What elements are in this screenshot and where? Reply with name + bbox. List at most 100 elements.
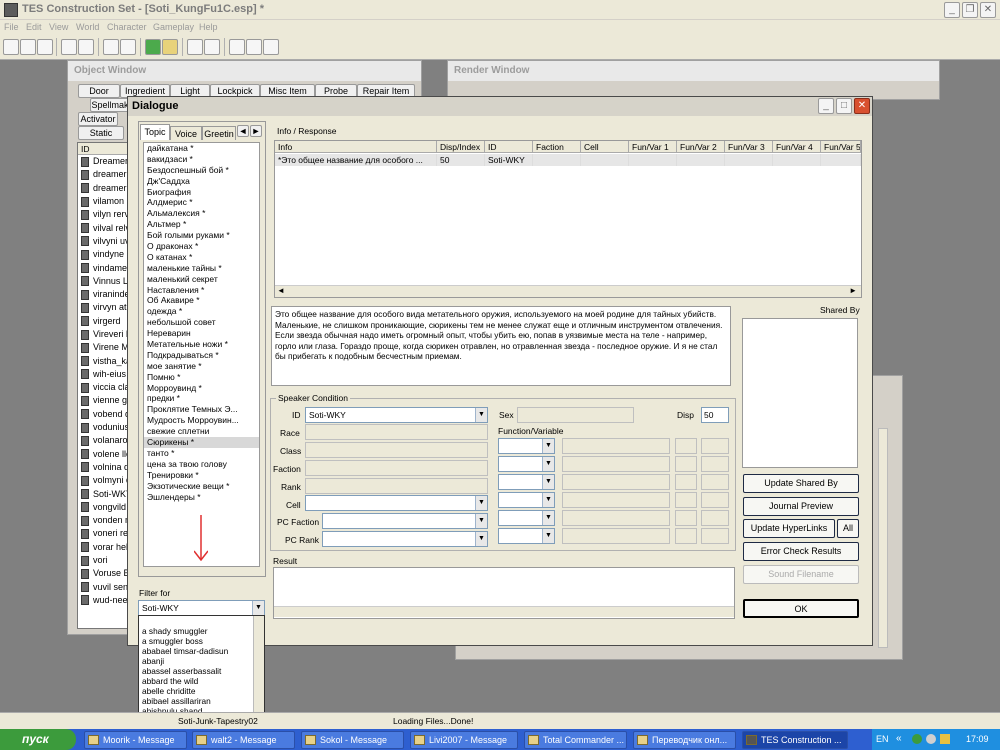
column-header[interactable]: Faction [533,141,581,153]
tray-icon[interactable] [912,734,922,744]
taskbar-item[interactable]: Sokol - Message [301,731,404,749]
topic-item[interactable]: цена за твою голову [144,459,259,470]
start-button[interactable]: пуск [0,729,76,750]
script-icon[interactable] [246,39,262,55]
tab-scroll-left-icon[interactable]: ◄ [237,125,249,137]
value-input[interactable] [701,510,729,526]
topic-item[interactable]: Об Акавире * [144,295,259,306]
filter-option[interactable]: ababael timsar-dadisun [139,646,264,656]
topic-item[interactable]: Метательные ножи * [144,339,259,350]
chevron-down-icon[interactable]: ▼ [542,493,554,507]
topic-item[interactable]: О катанах * [144,252,259,263]
chevron-down-icon[interactable]: ▼ [475,496,487,510]
chevron-down-icon[interactable]: ▼ [542,529,554,543]
menu-file[interactable]: File [4,22,19,32]
filter-option[interactable]: abelle chriditte [139,686,264,696]
filter-option[interactable]: a shady smuggler [139,626,264,636]
error-check-results-button[interactable]: Error Check Results [743,542,859,561]
chevron-down-icon[interactable]: ▼ [475,408,487,422]
function-dropdown[interactable] [562,474,670,490]
sex-dropdown[interactable] [517,407,634,423]
save-icon[interactable] [20,39,36,55]
function-dropdown[interactable] [562,510,670,526]
topic-item[interactable]: Нереварин [144,328,259,339]
dialogue-close-icon[interactable]: ✕ [854,98,870,114]
tray-expand-icon[interactable]: « [896,733,902,744]
tab-activator[interactable]: Activator [78,112,118,126]
path-grid-icon[interactable] [162,39,178,55]
function-dropdown[interactable] [562,528,670,544]
topic-item[interactable]: Проклятие Темных Э... [144,404,259,415]
taskbar-item[interactable]: Livi2007 - Message [410,731,518,749]
topic-item[interactable]: маленькие тайны * [144,263,259,274]
sound-icon[interactable] [263,39,279,55]
topic-item[interactable]: Бездоспешный бой * [144,165,259,176]
function-type-dropdown[interactable]: ▼ [498,438,555,454]
topic-item[interactable]: свежие сплетни [144,426,259,437]
dialogue-maximize-icon[interactable]: □ [836,98,852,114]
topic-item[interactable]: Бой голыми руками * [144,230,259,241]
taskbar-item[interactable]: walt2 - Message [192,731,295,749]
scroll-left-icon[interactable]: ◄ [277,286,285,295]
topic-item[interactable]: О драконах * [144,241,259,252]
compare-dropdown[interactable] [675,510,697,526]
topic-item[interactable]: Экзотические вещи * [144,481,259,492]
scrollbar[interactable] [878,428,888,648]
function-dropdown[interactable] [562,456,670,472]
column-header[interactable]: Fun/Var 2 [677,141,725,153]
menu-edit[interactable]: Edit [26,22,42,32]
light-icon[interactable] [187,39,203,55]
taskbar-item-active[interactable]: TES Construction ... [742,731,848,749]
topic-item[interactable]: танто * [144,448,259,459]
filter-option[interactable]: abbard the wild [139,676,264,686]
taskbar-item[interactable]: Total Commander ... [524,731,627,749]
column-header[interactable]: ID [485,141,533,153]
ok-button[interactable]: OK [743,599,859,618]
taskbar-item[interactable]: Moorik - Message [84,731,187,749]
pc-rank-dropdown[interactable]: ▼ [322,531,488,547]
taskbar-item[interactable]: Переводчик онл... [633,731,736,749]
angle-icon[interactable] [120,39,136,55]
minimize-icon[interactable]: _ [944,2,960,18]
menu-gameplay[interactable]: Gameplay [153,22,194,32]
column-header[interactable]: Fun/Var 4 [773,141,821,153]
filter-option[interactable]: abibael assillariran [139,696,264,706]
class-dropdown[interactable] [305,442,488,458]
properties-icon[interactable] [37,39,53,55]
open-icon[interactable] [3,39,19,55]
restore-icon[interactable]: ❐ [962,2,978,18]
topic-item[interactable]: предки * [144,393,259,404]
topic-item[interactable]: вакидзаси * [144,154,259,165]
dropdown-scrollbar[interactable] [253,616,264,714]
topic-item[interactable]: Сюрикены * [144,437,259,448]
compare-dropdown[interactable] [675,474,697,490]
function-type-dropdown[interactable]: ▼ [498,528,555,544]
topic-list[interactable]: дайкатана * вакидзаси * Бездоспешный бой *… [143,142,260,567]
chevron-down-icon[interactable]: ▼ [542,439,554,453]
function-type-dropdown[interactable]: ▼ [498,510,555,526]
compare-dropdown[interactable] [675,456,697,472]
landscape-icon[interactable] [145,39,161,55]
function-type-dropdown[interactable]: ▼ [498,492,555,508]
topic-item[interactable]: одежда * [144,306,259,317]
compare-dropdown[interactable] [675,528,697,544]
tab-static[interactable]: Static [78,126,124,140]
topic-item[interactable]: Тренировки * [144,470,259,481]
function-type-dropdown[interactable]: ▼ [498,474,555,490]
tray-icon[interactable] [926,734,936,744]
all-button[interactable]: All [837,519,859,538]
response-text[interactable]: Это общее название для особого вида мета… [271,306,731,386]
update-shared-by-button[interactable]: Update Shared By [743,474,859,493]
filter-dropdown-list[interactable]: a shady smuggler a smuggler boss ababael t… [138,615,265,716]
filter-option[interactable]: abassel asserbassalit [139,666,264,676]
fog-icon[interactable] [204,39,220,55]
topic-item[interactable]: Помню * [144,372,259,383]
race-dropdown[interactable] [305,424,488,440]
scroll-right-icon[interactable]: ► [849,286,857,295]
value-input[interactable] [701,528,729,544]
shared-by-list[interactable] [742,318,858,468]
filter-dropdown[interactable]: Soti-WKY ▼ [138,600,265,616]
id-dropdown[interactable]: Soti-WKY ▼ [305,407,488,423]
speaker-icon[interactable] [940,734,950,744]
menu-view[interactable]: View [49,22,68,32]
